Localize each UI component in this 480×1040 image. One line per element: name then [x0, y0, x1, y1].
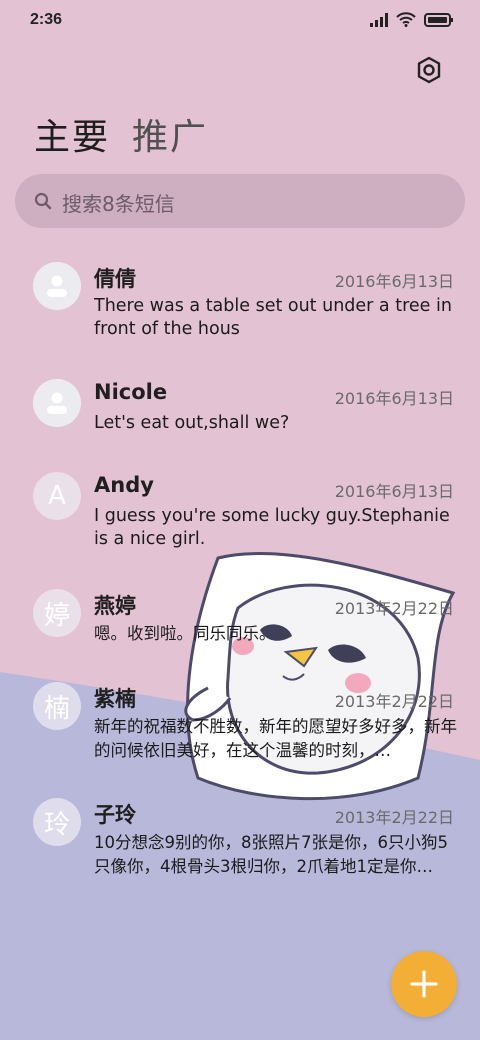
avatar — [33, 262, 81, 310]
tab-primary[interactable]: 主要 — [34, 108, 110, 160]
message-preview: Let's eat out,shall we? — [94, 413, 290, 433]
contact-name: 紫楠 — [94, 687, 136, 711]
message-preview: 嗯。收到啦。同乐同乐。 — [94, 624, 276, 643]
contact-name: 燕婷 — [94, 594, 136, 618]
contact-name: 倩倩 — [94, 267, 136, 291]
avatar: 婷 — [33, 589, 81, 637]
message-preview: 10分想念9别的你，8张照片7张是你，6只小狗5只像你，4根骨头3根归你，2爪着… — [94, 833, 448, 876]
message-date: 2013年2月22日 — [334, 808, 454, 827]
status-bar: 2:36 — [0, 0, 480, 40]
avatar — [33, 379, 81, 427]
battery-icon — [424, 12, 453, 27]
search-icon — [34, 192, 52, 210]
message-date: 2013年2月22日 — [334, 599, 454, 618]
message-date: 2013年2月22日 — [334, 692, 454, 711]
person-icon — [33, 379, 81, 427]
contact-name: 子玲 — [94, 803, 136, 827]
tab-promotions[interactable]: 推广 — [132, 108, 208, 160]
plus-icon — [410, 970, 438, 998]
search-input[interactable]: 搜索8条短信 — [62, 188, 175, 217]
settings-icon[interactable] — [414, 55, 444, 85]
person-icon — [33, 262, 81, 310]
conversation-item[interactable]: A Andy 2016年6月13日 I guess you're some lu… — [0, 460, 480, 570]
status-time: 2:36 — [30, 11, 63, 28]
tab-bar: 主要 推广 — [34, 108, 208, 160]
avatar: A — [33, 472, 81, 520]
contact-name: Nicole — [94, 380, 168, 404]
message-date: 2016年6月13日 — [334, 482, 454, 501]
contact-name: Andy — [94, 473, 154, 497]
conversation-item[interactable]: 楠 紫楠 2013年2月22日 新年的祝福数不胜数，新年的愿望好多好多，新年的问… — [0, 670, 480, 780]
new-message-button[interactable] — [391, 951, 457, 1017]
message-date: 2016年6月13日 — [334, 272, 454, 291]
avatar: 玲 — [33, 798, 81, 846]
status-icons — [370, 12, 454, 27]
message-preview: I guess you're some lucky guy.Stephanie … — [94, 506, 450, 549]
search-bar[interactable]: 搜索8条短信 — [15, 174, 465, 228]
conversation-item[interactable]: 倩倩 2016年6月13日 There was a table set out … — [0, 250, 480, 360]
message-date: 2016年6月13日 — [334, 389, 454, 408]
avatar: 楠 — [33, 682, 81, 730]
signal-icon — [370, 12, 388, 27]
message-preview: There was a table set out under a tree i… — [94, 296, 452, 339]
conversation-item[interactable]: 玲 子玲 2013年2月22日 10分想念9别的你，8张照片7张是你，6只小狗5… — [0, 786, 480, 896]
message-preview: 新年的祝福数不胜数，新年的愿望好多好多，新年的问候依旧美好，在这个温馨的时刻，… — [94, 717, 457, 760]
wifi-icon — [396, 12, 416, 27]
